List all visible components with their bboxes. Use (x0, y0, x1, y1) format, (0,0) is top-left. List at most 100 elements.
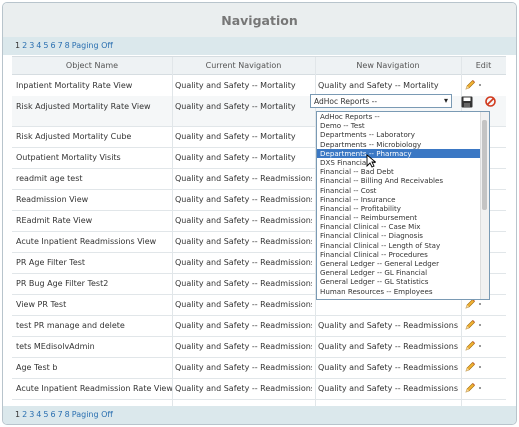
current-navigation-cell: Quality and Safety -- Readmissions (175, 384, 312, 393)
dropdown-option[interactable]: Demo -- Test (317, 121, 489, 130)
pencil-icon[interactable] (464, 341, 476, 351)
dropdown-scrollbar[interactable] (480, 112, 489, 299)
dot-icon (479, 303, 481, 305)
page-current: 1 (15, 41, 21, 50)
edit-cell (464, 79, 504, 91)
page-link[interactable]: 3 (29, 410, 34, 419)
pencil-icon[interactable] (464, 299, 476, 309)
object-name-cell: REadmit Rate View (16, 216, 93, 225)
new-navigation-cell: Quality and Safety -- Readmissions (318, 363, 458, 372)
dropdown-option[interactable]: Financial -- Insurance (317, 195, 489, 204)
current-navigation-cell: Quality and Safety -- Readmissions (175, 258, 312, 267)
pencil-icon[interactable] (464, 80, 476, 90)
current-navigation-cell: Quality and Safety -- Readmissions (175, 195, 312, 204)
dropdown-option[interactable]: General Ledger -- GL Financial (317, 268, 489, 277)
dropdown-option[interactable]: Human Resources -- Employees (317, 287, 489, 296)
new-navigation-cell: Quality and Safety -- Readmissions (318, 342, 458, 351)
dropdown-option[interactable]: General Ledger -- General Ledger (317, 259, 489, 268)
current-navigation-cell: Quality and Safety -- Readmissions (175, 216, 312, 225)
dropdown-option[interactable]: Departments -- Pharmacy (317, 148, 489, 158)
current-navigation-cell: Quality and Safety -- Readmissions (175, 363, 312, 372)
current-navigation-cell: Quality and Safety -- Mortality (175, 102, 296, 111)
paging-off-link[interactable]: Paging Off (72, 41, 113, 50)
table-row: Acute Inpatient Readmission Rate View Qua… (12, 378, 506, 400)
panel-title: Navigation (221, 13, 298, 28)
object-name-cell: tets MEdisolvAdmin (16, 342, 95, 351)
object-name-cell: Risk Adjusted Mortality Cube (16, 132, 132, 141)
edit-cell (464, 361, 504, 373)
dropdown-option[interactable]: Financial Clinical -- Length of Stay (317, 241, 489, 250)
pager-bottom: 1 2 3 4 5 6 7 8 Paging Off (3, 406, 516, 424)
col-new-navigation[interactable]: New Navigation (315, 61, 461, 70)
object-name-cell: Readmission View (16, 195, 89, 204)
page-link[interactable]: 6 (50, 41, 55, 50)
dropdown-option[interactable]: Financial -- Billing And Receivables (317, 176, 489, 185)
current-navigation-cell: Quality and Safety -- Mortality (175, 153, 296, 162)
save-icon[interactable] (461, 96, 473, 108)
dropdown-option[interactable]: AdHoc Reports -- (317, 112, 489, 121)
dot-icon (479, 84, 481, 86)
current-navigation-cell: Quality and Safety -- Readmissions (175, 300, 312, 309)
dropdown-option[interactable]: Departments -- Microbiology (317, 140, 489, 149)
page-link[interactable]: 4 (36, 410, 41, 419)
mouse-cursor-icon (366, 154, 376, 168)
object-name-cell: readmit age test (16, 174, 83, 183)
dropdown-option[interactable]: Departments -- Laboratory (317, 130, 489, 139)
col-edit: Edit (475, 61, 492, 70)
pencil-icon[interactable] (464, 320, 476, 330)
object-name-cell: Acute Inpatient Readmission Rate View (16, 384, 172, 393)
dropdown-option[interactable]: General Ledger -- GL Statistics (317, 277, 489, 286)
current-navigation-cell: Quality and Safety -- Readmissions (175, 321, 312, 330)
chevron-down-icon: ▾ (443, 96, 448, 105)
cancel-icon[interactable] (485, 96, 496, 107)
page-link[interactable]: 7 (58, 41, 63, 50)
col-current-navigation[interactable]: Current Navigation (172, 61, 315, 70)
select-value: AdHoc Reports -- (314, 97, 378, 106)
page-link[interactable]: 5 (43, 410, 48, 419)
page-link[interactable]: 3 (29, 41, 34, 50)
new-navigation-cell: Quality and Safety -- Readmissions (318, 321, 458, 330)
page-current: 1 (15, 410, 21, 419)
edit-cell (464, 319, 504, 331)
pencil-icon[interactable] (464, 362, 476, 372)
dropdown-option[interactable]: Financial Clinical -- Procedures (317, 250, 489, 259)
page-link[interactable]: 2 (22, 410, 27, 419)
table-row: Age Test b Quality and Safety -- Readmiss… (12, 357, 506, 379)
edit-cell (464, 382, 504, 394)
dropdown-option[interactable]: DXS Financial -- (317, 158, 489, 167)
new-navigation-select[interactable]: AdHoc Reports -- ▾ (310, 94, 452, 108)
object-name-cell: Acute Inpatient Readmissions View (16, 237, 157, 246)
page-link[interactable]: 5 (43, 41, 48, 50)
dot-icon (479, 345, 481, 347)
dropdown-option[interactable]: Financial Clinical -- Diagnosis (317, 231, 489, 240)
object-name-cell: PR Age Filter Test (16, 258, 86, 267)
page-link[interactable]: 8 (65, 41, 70, 50)
table-row: tets MEdisolvAdmin Quality and Safety -- … (12, 336, 506, 358)
navigation-options-list[interactable]: AdHoc Reports -- Demo -- Test Departments … (316, 111, 490, 300)
object-name-cell: PR Bug Age Filter Test2 (16, 279, 109, 288)
object-name-cell: Risk Adjusted Mortality Rate View (16, 102, 151, 111)
new-navigation-cell: Quality and Safety -- Mortality (318, 81, 439, 90)
table-header: Object Name Current Navigation New Navig… (12, 57, 506, 75)
dropdown-option[interactable]: Financial -- Reimbursement (317, 213, 489, 222)
page-link[interactable]: 6 (50, 410, 55, 419)
dot-icon (479, 366, 481, 368)
object-name-cell: Outpatient Mortality Visits (16, 153, 121, 162)
title-bar: Navigation (3, 3, 516, 38)
object-name-cell: Age Test b (16, 363, 58, 372)
new-navigation-cell: Quality and Safety -- Readmissions (318, 384, 458, 393)
dropdown-option[interactable]: Financial -- Profitability (317, 204, 489, 213)
object-name-cell: View PR Test (16, 300, 67, 309)
current-navigation-cell: Quality and Safety -- Readmissions (175, 342, 312, 351)
dropdown-option[interactable]: Financial Clinical -- Case Mix (317, 222, 489, 231)
page-link[interactable]: 8 (65, 410, 70, 419)
col-object-name[interactable]: Object Name (12, 61, 172, 70)
table-row: test PR manage and delete Quality and Saf… (12, 315, 506, 337)
page-link[interactable]: 4 (36, 41, 41, 50)
page-link[interactable]: 7 (58, 410, 63, 419)
page-link[interactable]: 2 (22, 41, 27, 50)
paging-off-link[interactable]: Paging Off (72, 410, 113, 419)
dropdown-option[interactable]: Financial -- Cost (317, 186, 489, 195)
pencil-icon[interactable] (464, 383, 476, 393)
dropdown-option[interactable]: Financial -- Bad Debt (317, 167, 489, 176)
